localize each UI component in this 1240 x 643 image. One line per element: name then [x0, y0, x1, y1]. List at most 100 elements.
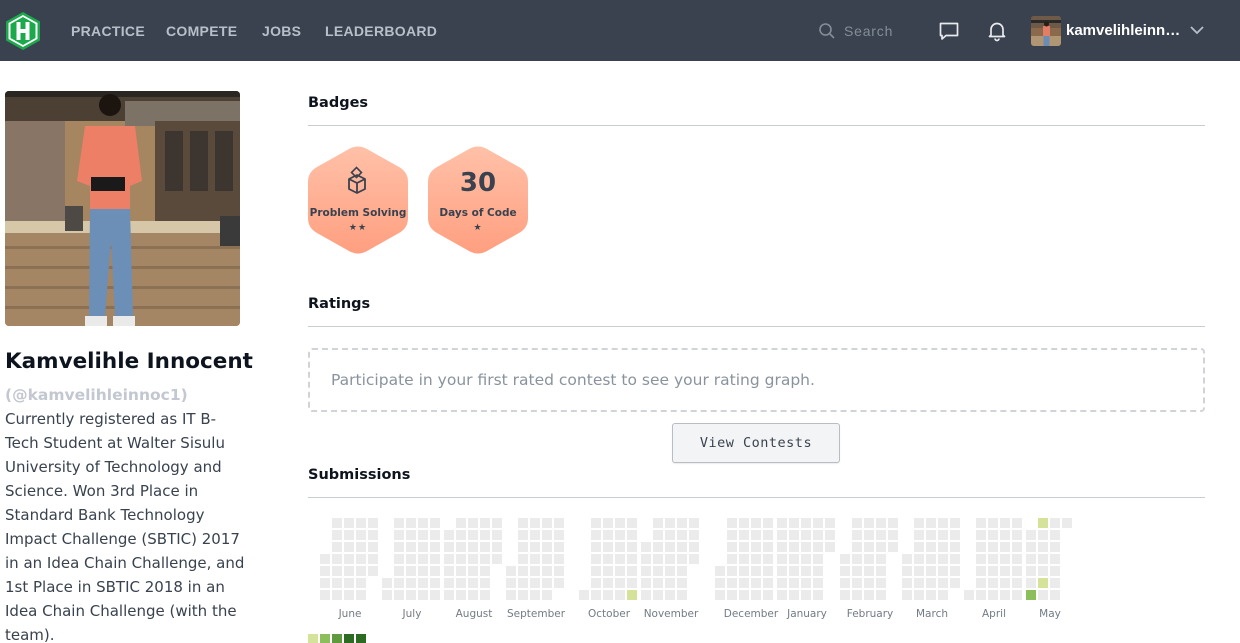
heatmap-day-cell[interactable]: [1038, 590, 1048, 600]
heatmap-day-cell[interactable]: [763, 542, 773, 552]
heatmap-day-cell[interactable]: [344, 566, 354, 576]
heatmap-day-cell[interactable]: [789, 530, 799, 540]
heatmap-day-cell[interactable]: [926, 554, 936, 564]
heatmap-day-cell[interactable]: [1000, 518, 1010, 528]
heatmap-day-cell[interactable]: [418, 530, 428, 540]
heatmap-day-cell[interactable]: [444, 590, 454, 600]
heatmap-day-cell[interactable]: [801, 590, 811, 600]
badge-problem-solving[interactable]: Problem Solving ★★: [307, 145, 409, 255]
heatmap-day-cell[interactable]: [344, 518, 354, 528]
heatmap-day-cell[interactable]: [406, 566, 416, 576]
heatmap-day-cell[interactable]: [852, 578, 862, 588]
heatmap-day-cell[interactable]: [852, 530, 862, 540]
heatmap-day-cell[interactable]: [988, 530, 998, 540]
heatmap-day-cell[interactable]: [418, 566, 428, 576]
heatmap-day-cell[interactable]: [914, 518, 924, 528]
heatmap-day-cell[interactable]: [689, 542, 699, 552]
heatmap-day-cell[interactable]: [677, 518, 687, 528]
heatmap-day-cell[interactable]: [554, 518, 564, 528]
heatmap-day-cell[interactable]: [591, 518, 601, 528]
heatmap-day-cell[interactable]: [665, 530, 675, 540]
heatmap-day-cell[interactable]: [864, 542, 874, 552]
heatmap-day-cell[interactable]: [864, 554, 874, 564]
heatmap-day-cell[interactable]: [840, 590, 850, 600]
nav-leaderboard[interactable]: LEADERBOARD: [325, 23, 437, 39]
heatmap-day-cell[interactable]: [938, 554, 948, 564]
heatmap-day-cell[interactable]: [406, 578, 416, 588]
heatmap-day-cell[interactable]: [1012, 542, 1022, 552]
heatmap-day-cell[interactable]: [615, 554, 625, 564]
heatmap-day-cell[interactable]: [689, 554, 699, 564]
heatmap-day-cell[interactable]: [825, 530, 835, 540]
heatmap-day-cell[interactable]: [801, 566, 811, 576]
heatmap-day-cell[interactable]: [1038, 530, 1048, 540]
heatmap-day-cell[interactable]: [665, 590, 675, 600]
heatmap-day-cell[interactable]: [902, 566, 912, 576]
heatmap-day-cell[interactable]: [876, 578, 886, 588]
heatmap-day-cell[interactable]: [1038, 542, 1048, 552]
heatmap-day-cell[interactable]: [430, 518, 440, 528]
heatmap-day-cell[interactable]: [689, 530, 699, 540]
heatmap-day-cell[interactable]: [603, 518, 613, 528]
heatmap-day-cell[interactable]: [506, 590, 516, 600]
heatmap-day-cell[interactable]: [1012, 554, 1022, 564]
hackerrank-logo[interactable]: [4, 11, 42, 51]
heatmap-day-cell[interactable]: [518, 530, 528, 540]
heatmap-day-cell[interactable]: [480, 542, 490, 552]
heatmap-day-cell[interactable]: [665, 554, 675, 564]
heatmap-day-cell[interactable]: [950, 542, 960, 552]
heatmap-day-cell[interactable]: [492, 518, 502, 528]
heatmap-day-cell[interactable]: [727, 566, 737, 576]
heatmap-day-cell[interactable]: [727, 530, 737, 540]
heatmap-day-cell[interactable]: [902, 590, 912, 600]
heatmap-day-cell[interactable]: [530, 530, 540, 540]
heatmap-day-cell[interactable]: [1038, 518, 1048, 528]
heatmap-day-cell[interactable]: [320, 554, 330, 564]
heatmap-day-cell[interactable]: [677, 578, 687, 588]
heatmap-day-cell[interactable]: [530, 566, 540, 576]
heatmap-day-cell[interactable]: [914, 566, 924, 576]
heatmap-day-cell[interactable]: [627, 542, 637, 552]
heatmap-day-cell[interactable]: [789, 590, 799, 600]
heatmap-day-cell[interactable]: [813, 554, 823, 564]
heatmap-day-cell[interactable]: [914, 590, 924, 600]
heatmap-day-cell[interactable]: [938, 566, 948, 576]
heatmap-day-cell[interactable]: [1000, 542, 1010, 552]
heatmap-day-cell[interactable]: [813, 518, 823, 528]
heatmap-day-cell[interactable]: [950, 566, 960, 576]
heatmap-day-cell[interactable]: [406, 518, 416, 528]
heatmap-day-cell[interactable]: [1000, 590, 1010, 600]
heatmap-day-cell[interactable]: [840, 566, 850, 576]
heatmap-day-cell[interactable]: [988, 542, 998, 552]
heatmap-day-cell[interactable]: [876, 566, 886, 576]
heatmap-day-cell[interactable]: [888, 542, 898, 552]
heatmap-day-cell[interactable]: [653, 530, 663, 540]
heatmap-day-cell[interactable]: [789, 578, 799, 588]
heatmap-day-cell[interactable]: [468, 554, 478, 564]
heatmap-day-cell[interactable]: [530, 518, 540, 528]
heatmap-day-cell[interactable]: [902, 578, 912, 588]
heatmap-day-cell[interactable]: [852, 518, 862, 528]
heatmap-day-cell[interactable]: [368, 542, 378, 552]
heatmap-day-cell[interactable]: [615, 518, 625, 528]
heatmap-day-cell[interactable]: [777, 590, 787, 600]
heatmap-day-cell[interactable]: [430, 554, 440, 564]
heatmap-day-cell[interactable]: [418, 518, 428, 528]
heatmap-day-cell[interactable]: [763, 590, 773, 600]
heatmap-day-cell[interactable]: [789, 554, 799, 564]
heatmap-day-cell[interactable]: [332, 590, 342, 600]
heatmap-day-cell[interactable]: [430, 542, 440, 552]
heatmap-day-cell[interactable]: [715, 590, 725, 600]
heatmap-day-cell[interactable]: [938, 578, 948, 588]
heatmap-day-cell[interactable]: [739, 530, 749, 540]
heatmap-day-cell[interactable]: [1026, 578, 1036, 588]
heatmap-day-cell[interactable]: [418, 578, 428, 588]
heatmap-day-cell[interactable]: [320, 566, 330, 576]
heatmap-day-cell[interactable]: [763, 554, 773, 564]
heatmap-day-cell[interactable]: [444, 566, 454, 576]
heatmap-day-cell[interactable]: [751, 566, 761, 576]
heatmap-day-cell[interactable]: [542, 578, 552, 588]
heatmap-day-cell[interactable]: [591, 542, 601, 552]
heatmap-day-cell[interactable]: [988, 578, 998, 588]
heatmap-day-cell[interactable]: [751, 578, 761, 588]
